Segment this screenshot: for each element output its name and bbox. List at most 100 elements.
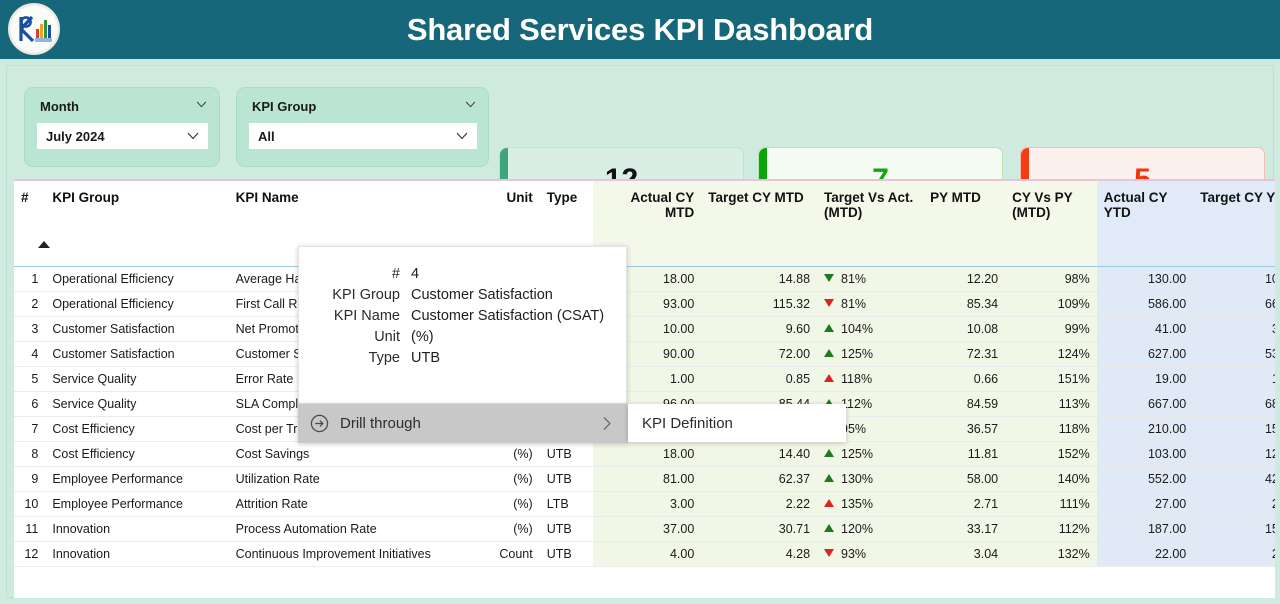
cell-actual-cy-ytd: 130.00 <box>1096 266 1194 292</box>
table-row[interactable]: 10 Employee Performance Attrition Rate (%) L… <box>14 491 1275 517</box>
cell-actual-cy-ytd: 19.00 <box>1096 366 1194 392</box>
cell-target-vs-act-mtd: 135% <box>817 491 924 517</box>
cell-target-cy-mtd: 30.71 <box>701 516 818 542</box>
cell-index: 5 <box>14 366 46 392</box>
cell-target-cy-mtd: 115.32 <box>701 291 818 317</box>
slicer-month-dropdown[interactable]: July 2024 <box>37 123 208 149</box>
context-submenu[interactable]: KPI Definition <box>628 404 846 442</box>
cell-index: 3 <box>14 316 46 342</box>
table-header-row: # KPI Group KPI Name Unit Type Actual CY… <box>14 181 1275 267</box>
cell-target-cy-mtd: 14.40 <box>701 441 818 467</box>
tooltip-value: Customer Satisfaction (CSAT) <box>411 308 605 324</box>
cell-py-mtd: 84.59 <box>923 391 1006 417</box>
table-row[interactable]: 9 Employee Performance Utilization Rate (%)… <box>14 466 1275 492</box>
cell-index: 11 <box>14 516 46 542</box>
slicer-kpi-group-dropdown[interactable]: All <box>249 123 477 149</box>
cell-actual-cy-mtd: 37.00 <box>592 516 702 542</box>
slicer-month[interactable]: Month July 2024 <box>24 87 220 167</box>
context-menu-drill-through[interactable]: Drill through <box>298 404 628 443</box>
cell-kpi-group: Service Quality <box>45 366 229 392</box>
table-row[interactable]: 11 Innovation Process Automation Rate (%) UT… <box>14 516 1275 542</box>
tooltip-value: UTB <box>411 350 440 366</box>
dashboard-root: Shared Services KPI Dashboard Month July… <box>0 0 1280 604</box>
tooltip-value: 4 <box>411 266 420 282</box>
trend-up-icon <box>824 523 835 532</box>
trend-up-icon <box>824 473 835 482</box>
table-row[interactable]: 3 Customer Satisfaction Net Promoter Score… <box>14 316 1275 342</box>
cell-target-cy-ytd: 122.57 <box>1193 441 1275 467</box>
cell-py-mtd: 10.08 <box>923 316 1006 342</box>
col-target-cy-mtd[interactable]: Target CY MTD <box>701 181 818 267</box>
cell-target-cy-mtd: 2.22 <box>701 491 818 517</box>
trend-up-icon <box>824 448 835 457</box>
cell-target-cy-ytd: 159.60 <box>1193 416 1275 442</box>
cell-actual-cy-ytd: 667.00 <box>1096 391 1194 417</box>
col-cy-vs-py-mtd[interactable]: CY Vs PY (MTD) <box>1005 181 1097 267</box>
cell-unit: (%) <box>469 466 540 492</box>
cell-actual-cy-mtd: 18.00 <box>592 441 702 467</box>
cell-type: UTB <box>539 466 593 492</box>
cell-py-mtd: 12.20 <box>923 266 1006 292</box>
drill-through-icon <box>310 414 329 433</box>
tooltip-key: KPI Group <box>332 287 400 303</box>
cell-target-cy-mtd: 4.28 <box>701 541 818 567</box>
chevron-down-icon[interactable] <box>465 101 476 108</box>
cell-type: UTB <box>539 441 593 467</box>
table-row[interactable]: 5Service QualityError Rate(%)LTB1.000.85… <box>14 366 1275 392</box>
cell-index: 2 <box>14 291 46 317</box>
table-row[interactable]: 4Customer SatisfactionCustomer Satisfact… <box>14 341 1275 367</box>
col-kpi-group[interactable]: KPI Group <box>45 181 229 267</box>
cell-kpi-name: Continuous Improvement Initiatives <box>228 541 470 567</box>
cell-target-vs-act-mtd: 125% <box>817 441 924 467</box>
cell-target-cy-mtd: 72.00 <box>701 341 818 367</box>
sort-ascending-icon[interactable] <box>38 241 50 248</box>
cell-cy-vs-py-mtd: 111% <box>1005 491 1097 517</box>
cell-target-cy-ytd: 539.22 <box>1193 341 1275 367</box>
cell-kpi-group: Cost Efficiency <box>45 416 229 442</box>
slicer-kpi-group[interactable]: KPI Group All <box>236 87 489 167</box>
cell-unit: (%) <box>469 516 540 542</box>
cell-target-vs-act-mtd: 81% <box>817 266 924 292</box>
col-py-mtd[interactable]: PY MTD <box>923 181 1006 267</box>
col-index[interactable]: # <box>14 181 46 267</box>
cell-target-cy-ytd: 101.40 <box>1193 266 1275 292</box>
tooltip-key: Type <box>368 350 400 366</box>
table-row[interactable]: 12 Innovation Continuous Improvement Initi… <box>14 541 1275 567</box>
cell-kpi-group: Operational Efficiency <box>45 266 229 292</box>
col-actual-cy-ytd[interactable]: Actual CY YTD <box>1096 181 1194 267</box>
chevron-down-icon[interactable] <box>456 132 468 140</box>
chevron-down-icon[interactable] <box>187 132 199 140</box>
cell-kpi-group: Service Quality <box>45 391 229 417</box>
cell-unit: (%) <box>469 491 540 517</box>
slicer-month-label: Month <box>40 99 79 114</box>
trend-up-icon <box>824 498 835 507</box>
cell-kpi-name: Utilization Rate <box>228 466 470 492</box>
cell-actual-cy-ytd: 22.00 <box>1096 541 1194 567</box>
context-menu-item-label: Drill through <box>340 415 421 432</box>
cell-type: UTB <box>539 541 593 567</box>
tooltip-row: Unit (%) <box>299 329 612 345</box>
cell-target-vs-act-mtd: 118% <box>817 366 924 392</box>
col-target-cy-ytd[interactable]: Target CY YTD <box>1193 181 1275 267</box>
table-row[interactable]: 2 Operational Efficiency First Call Resolu… <box>14 291 1275 317</box>
cell-cy-vs-py-mtd: 118% <box>1005 416 1097 442</box>
cell-target-vs-act-mtd: 93% <box>817 541 924 567</box>
cell-cy-vs-py-mtd: 140% <box>1005 466 1097 492</box>
chevron-down-icon[interactable] <box>196 101 207 108</box>
cell-target-cy-mtd: 62.37 <box>701 466 818 492</box>
cell-py-mtd: 85.34 <box>923 291 1006 317</box>
cell-index: 8 <box>14 441 46 467</box>
col-target-vs-act-mtd[interactable]: Target Vs Act. (MTD) <box>817 181 924 267</box>
tooltip-row: KPI Name Customer Satisfaction (CSAT) <box>299 308 612 324</box>
tooltip-key: KPI Name <box>333 308 400 324</box>
cell-target-vs-act-mtd: 81% <box>817 291 924 317</box>
cell-index: 7 <box>14 416 46 442</box>
cell-index: 4 <box>14 341 46 367</box>
cell-actual-cy-mtd: 4.00 <box>592 541 702 567</box>
cell-actual-cy-mtd: 81.00 <box>592 466 702 492</box>
table-row[interactable]: 1Operational EfficiencyAverage Handling … <box>14 266 1275 292</box>
table-row[interactable]: 8 Cost Efficiency Cost Savings (%) UTB 18.00 1… <box>14 441 1275 467</box>
kpi-table[interactable]: # KPI Group KPI Name Unit Type Actual CY… <box>14 179 1275 598</box>
cell-target-cy-ytd: 20.90 <box>1193 541 1275 567</box>
context-submenu-item-kpi-definition[interactable]: KPI Definition <box>642 415 733 432</box>
